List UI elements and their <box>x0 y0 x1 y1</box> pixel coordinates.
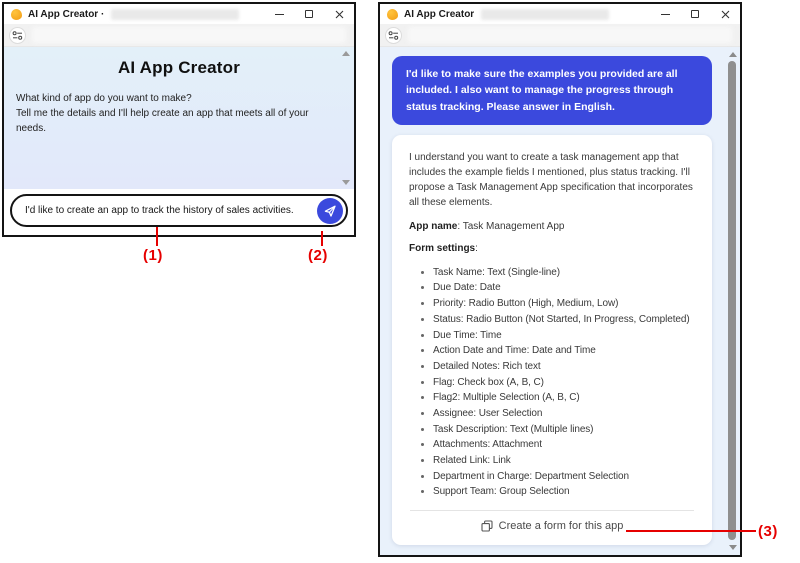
maximize-icon <box>305 10 313 18</box>
close-icon <box>335 10 343 18</box>
input-bar <box>4 189 354 235</box>
ai-app-creator-window-conversation: AI App Creator I'd like to make sure the… <box>378 2 742 557</box>
redacted-toolbar-area <box>408 27 732 43</box>
form-field-item: Priority: Radio Button (High, Medium, Lo… <box>433 296 695 312</box>
titlebar: AI App Creator · <box>4 4 354 24</box>
app-name-label: App name <box>409 220 458 232</box>
annotation-label-3: (3) <box>758 523 778 540</box>
form-field-item: Assignee: User Selection <box>433 406 695 422</box>
form-field-item: Support Team: Group Selection <box>433 484 695 500</box>
conversation-chat-area: I'd like to make sure the examples you p… <box>380 47 740 555</box>
minimize-button[interactable] <box>650 4 680 24</box>
screenshot-canvas: AI App Creator · AI App Creator What kin… <box>0 0 800 563</box>
welcome-line-2: Tell me the details and I'll help create… <box>16 108 309 134</box>
window-controls <box>264 4 354 24</box>
titlebar: AI App Creator <box>380 4 740 24</box>
scroll-down-arrow-icon[interactable] <box>729 545 737 550</box>
form-field-item: Attachments: Attachment <box>433 437 695 453</box>
window-title: AI App Creator <box>404 8 475 20</box>
close-button[interactable] <box>710 4 740 24</box>
app-name-row: App name: Task Management App <box>409 221 695 232</box>
copy-form-icon <box>481 520 493 532</box>
scrollbar-thumb[interactable] <box>728 61 736 540</box>
form-field-item: Department in Charge: Department Selecti… <box>433 469 695 485</box>
minimize-button[interactable] <box>264 4 294 24</box>
close-icon <box>721 10 729 18</box>
window-title: AI App Creator · <box>28 8 105 20</box>
ai-response-card: I understand you want to create a task m… <box>392 134 712 546</box>
user-message-bubble: I'd like to make sure the examples you p… <box>392 56 712 125</box>
redacted-title-text <box>481 8 610 20</box>
scroll-up-arrow-icon[interactable] <box>342 51 350 56</box>
create-form-label: Create a form for this app <box>498 520 624 533</box>
redacted-toolbar-area <box>32 27 346 43</box>
annotation-label-2: (2) <box>308 247 328 264</box>
maximize-icon <box>691 10 699 18</box>
app-name-value: : Task Management App <box>457 220 565 232</box>
scroll-up-arrow-icon[interactable] <box>729 52 737 57</box>
welcome-heading: AI App Creator <box>117 58 241 77</box>
annotation-line-1 <box>156 227 158 246</box>
close-button[interactable] <box>324 4 354 24</box>
annotation-label-1: (1) <box>143 247 163 264</box>
ai-app-creator-window-initial: AI App Creator · AI App Creator What kin… <box>2 2 356 237</box>
maximize-button[interactable] <box>294 4 324 24</box>
redacted-title-text <box>111 8 240 20</box>
toolbar <box>4 24 354 47</box>
toolbar <box>380 24 740 47</box>
send-button[interactable] <box>317 197 343 224</box>
form-field-item: Task Name: Text (Single-line) <box>433 265 695 281</box>
welcome-text: What kind of app do you want to make? Te… <box>16 91 338 136</box>
message-input-container <box>10 194 348 227</box>
form-field-item: Flag: Check box (A, B, C) <box>433 375 695 391</box>
form-field-item: Due Date: Date <box>433 280 695 296</box>
window-controls <box>650 4 740 24</box>
form-field-item: Flag2: Multiple Selection (A, B, C) <box>433 390 695 406</box>
form-field-item: Related Link: Link <box>433 453 695 469</box>
create-form-link[interactable]: Create a form for this app <box>409 511 695 539</box>
welcome-line-1: What kind of app do you want to make? <box>16 93 192 104</box>
form-settings-row: Form settings: <box>409 242 478 254</box>
send-icon <box>324 205 336 217</box>
app-logo-icon <box>387 8 398 20</box>
maximize-button[interactable] <box>680 4 710 24</box>
form-field-item: Action Date and Time: Date and Time <box>433 343 695 359</box>
settings-sliders-button[interactable] <box>385 26 402 44</box>
scroll-down-arrow-icon[interactable] <box>342 180 350 185</box>
form-fields-list: Task Name: Text (Single-line)Due Date: D… <box>409 265 695 500</box>
app-logo-icon <box>11 8 22 20</box>
form-settings-label: Form settings <box>409 242 476 254</box>
minimize-icon <box>274 13 284 15</box>
annotation-line-2 <box>321 231 323 246</box>
minimize-icon <box>660 13 670 15</box>
response-intro: I understand you want to create a task m… <box>409 151 693 208</box>
sliders-icon <box>388 30 399 40</box>
welcome-chat-area: AI App Creator What kind of app do you w… <box>4 47 354 189</box>
annotation-line-3 <box>626 530 756 532</box>
scrollbar[interactable] <box>726 48 739 554</box>
form-field-item: Task Description: Text (Multiple lines) <box>433 422 695 438</box>
sliders-icon <box>12 30 23 40</box>
form-field-item: Detailed Notes: Rich text <box>433 359 695 375</box>
settings-sliders-button[interactable] <box>9 26 26 44</box>
message-input[interactable] <box>25 205 317 216</box>
form-field-item: Due Time: Time <box>433 328 695 344</box>
form-field-item: Status: Radio Button (Not Started, In Pr… <box>433 312 695 328</box>
